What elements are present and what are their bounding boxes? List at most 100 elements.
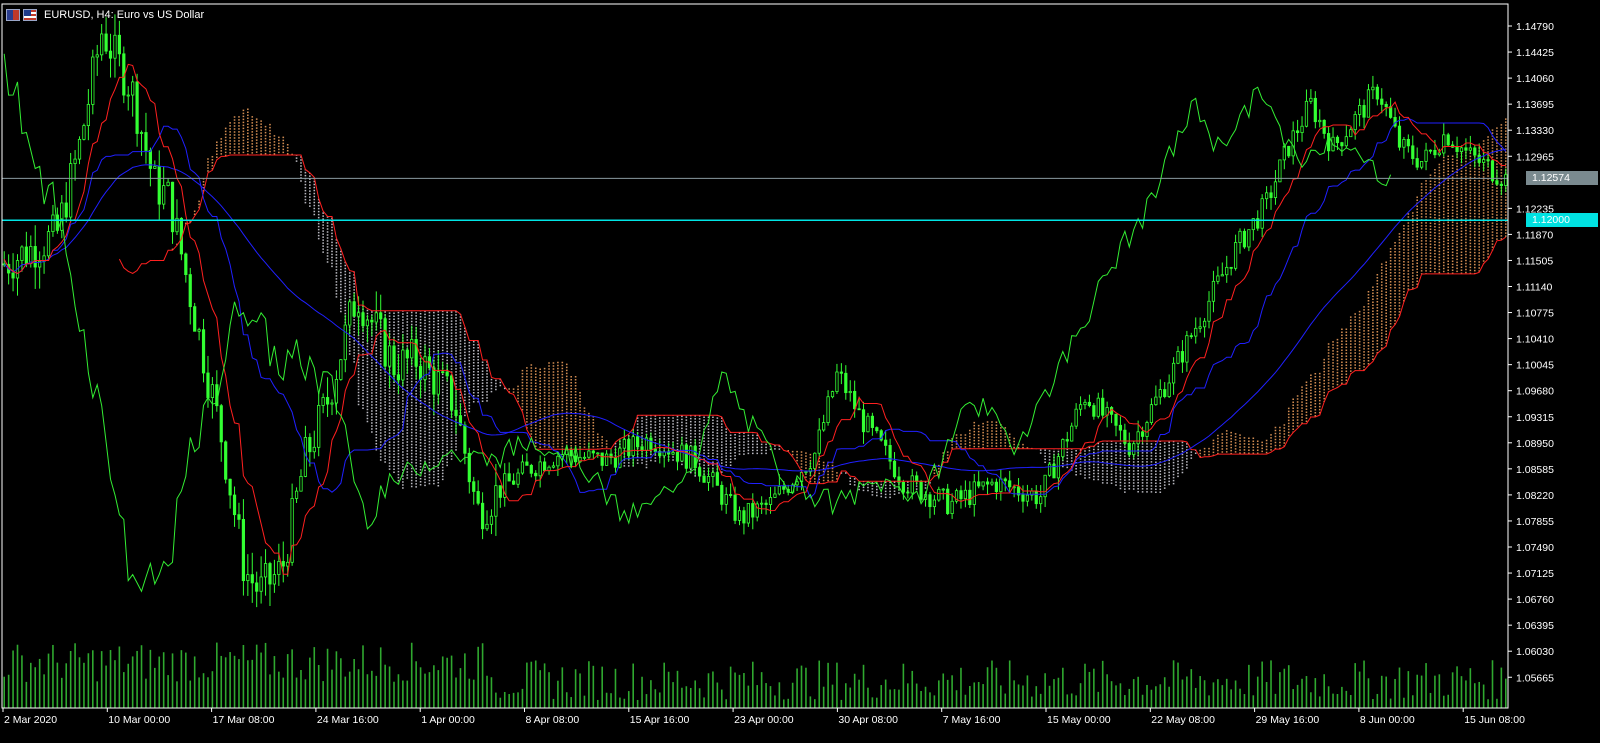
- candle-body: [1384, 103, 1388, 108]
- candle-body: [1411, 145, 1415, 159]
- candle-body: [777, 486, 781, 495]
- candle-body: [1189, 335, 1193, 338]
- chart-canvas[interactable]: 1.14790 1.14425 1.14060 1.13695 1.13330 1.129…: [0, 0, 1600, 743]
- candle-body: [715, 472, 719, 486]
- candle-body: [24, 246, 28, 264]
- candle-body: [472, 481, 476, 492]
- candle-body: [1211, 280, 1216, 302]
- candle-body: [1433, 149, 1437, 156]
- candle-body: [1039, 496, 1043, 505]
- candle-body: [711, 472, 715, 477]
- candle-body: [760, 502, 764, 505]
- candle-body: [1140, 431, 1145, 437]
- candle-body: [348, 301, 352, 326]
- candle-body: [1163, 389, 1167, 397]
- candle-body: [494, 485, 498, 517]
- candle-body: [968, 489, 972, 505]
- candle-body: [689, 445, 693, 469]
- chikou-span-line: [3, 53, 1392, 593]
- symbol-title: EURUSD, H4: Euro vs US Dollar: [44, 9, 205, 21]
- candle-body: [1176, 351, 1180, 364]
- candle-body: [277, 561, 281, 575]
- candle-body: [1464, 147, 1468, 151]
- candle-body: [1127, 442, 1131, 455]
- candle-body: [1313, 97, 1317, 123]
- currency-pair-icon[interactable]: [6, 9, 20, 21]
- candle-body: [11, 272, 15, 279]
- candle-body: [1185, 335, 1189, 363]
- time-label: 30 Apr 08:00: [838, 714, 898, 726]
- price-label: 1.09315: [1516, 412, 1554, 424]
- candle-body: [396, 374, 401, 381]
- candle-body: [91, 56, 95, 105]
- candle-body: [1154, 396, 1158, 406]
- candle-body: [915, 475, 919, 482]
- candle-body: [498, 485, 502, 498]
- candle-body: [990, 481, 994, 485]
- time-label: 10 Mar 00:00: [108, 714, 170, 726]
- candle-body: [817, 429, 821, 454]
- candle-body: [1194, 327, 1198, 337]
- price-label: 1.10775: [1516, 308, 1554, 320]
- candle-body: [839, 371, 843, 374]
- candle-body: [826, 396, 830, 424]
- candle-body: [166, 181, 170, 187]
- candle-body: [463, 424, 467, 454]
- candle-body: [445, 371, 449, 377]
- candle-body: [613, 457, 618, 468]
- candle-body: [170, 181, 175, 233]
- candle-body: [671, 452, 675, 455]
- candle-body: [1446, 134, 1450, 146]
- chart-window[interactable]: 1.14790 1.14425 1.14060 1.13695 1.13330 1.129…: [0, 0, 1600, 743]
- candle-body: [631, 436, 635, 456]
- candle-body: [600, 452, 604, 466]
- candle-body: [1021, 494, 1025, 502]
- candle-body: [870, 415, 874, 428]
- candle-body: [308, 437, 312, 453]
- candle-body: [1486, 159, 1490, 162]
- price-label: 1.11505: [1516, 255, 1553, 267]
- candle-body: [1437, 152, 1441, 156]
- candle-body: [764, 502, 768, 505]
- time-label: 17 Mar 08:00: [213, 714, 275, 726]
- candle-body: [941, 488, 945, 491]
- candle-body: [299, 476, 303, 492]
- candle-body: [1340, 142, 1344, 147]
- price-label: 1.06395: [1516, 620, 1554, 632]
- price-label: 1.14060: [1516, 73, 1554, 85]
- candle-body: [516, 472, 520, 485]
- price-label: 1.08585: [1516, 464, 1554, 476]
- candle-body: [210, 384, 214, 398]
- candle-body: [1504, 174, 1508, 186]
- candle-body: [1459, 147, 1464, 153]
- candle-body: [1380, 98, 1384, 105]
- candle-body: [906, 491, 910, 494]
- level-price-label[interactable]: 1.12000: [1526, 213, 1598, 228]
- candle-body: [1136, 431, 1140, 445]
- candle-body: [157, 165, 161, 205]
- candle-body: [972, 481, 976, 505]
- candle-body: [294, 490, 299, 499]
- candle-body: [538, 461, 542, 477]
- candle-body: [1171, 362, 1176, 384]
- candle-body: [184, 253, 188, 276]
- candle-body: [1118, 424, 1123, 431]
- price-label: 1.12965: [1516, 151, 1554, 163]
- candle-body: [773, 493, 777, 498]
- candle-body: [742, 510, 746, 524]
- candle-body: [733, 494, 737, 521]
- candle-body: [1207, 300, 1211, 322]
- candle-body: [193, 306, 197, 332]
- candle-body: [857, 408, 861, 411]
- candle-body: [1402, 139, 1406, 148]
- price-label: 1.14790: [1516, 21, 1554, 33]
- time-label: 2 Mar 2020: [4, 714, 57, 726]
- candle-body: [69, 163, 73, 218]
- candle-body: [343, 324, 347, 361]
- candle-body: [1167, 382, 1171, 397]
- price-label: 1.08950: [1516, 438, 1554, 450]
- candle-body: [361, 312, 365, 327]
- candle-body: [1233, 242, 1238, 269]
- candle-body: [476, 491, 480, 504]
- candle-body: [1406, 139, 1410, 147]
